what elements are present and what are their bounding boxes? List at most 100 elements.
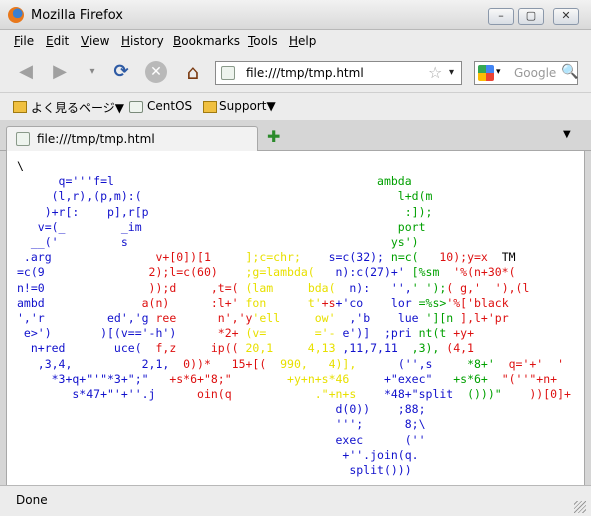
back-arrow-icon[interactable]: ◀: [14, 60, 38, 84]
code-line: q='''f=l ambda: [17, 174, 412, 189]
code-segment: n): '',: [335, 280, 412, 295]
code-segment: port: [141, 219, 426, 234]
code-segment: ys'): [127, 235, 419, 249]
menu-history[interactable]: History: [121, 34, 164, 48]
tab-tmp-html[interactable]: file:///tmp/tmp.html: [6, 126, 258, 152]
status-text: Done: [16, 493, 48, 507]
code-segment: q='+' ': [494, 356, 565, 371]
menu-help[interactable]: Help: [289, 34, 316, 48]
code-segment: nt(t: [411, 326, 447, 341]
code-segment: s=c(32);: [300, 250, 384, 265]
code-line: =c(9 2);l=c(60) ;g=lambda( n):c(27)+' [%…: [17, 265, 516, 280]
code-line: +''.join(q.: [17, 448, 418, 463]
code-segment: +y+: [446, 326, 475, 341]
code-segment: q='''f=l: [17, 174, 114, 189]
code-line: v=(_ _im port: [17, 220, 426, 235]
code-segment: e>') )[(v=='-h'): [17, 326, 177, 341]
code-segment: ,3),: [397, 341, 440, 356]
menu-tools[interactable]: Tools: [248, 34, 278, 48]
resize-grip-icon[interactable]: [574, 501, 586, 513]
code-segment: *2+: [176, 326, 246, 341]
url-dropdown-icon[interactable]: ▾: [449, 67, 454, 78]
bookmark-star-icon[interactable]: ☆: [428, 63, 442, 82]
code-segment: +s*6+"8;": [148, 371, 232, 386]
maximize-button[interactable]: ▢: [518, 8, 544, 25]
code-segment: +s*6+: [432, 371, 488, 386]
code-segment: e')] ;pri: [335, 326, 412, 341]
url-text[interactable]: file:///tmp/tmp.html: [246, 66, 364, 80]
code-line: *3+q+"'"*3+";" +s*6+"8;" +y+n+s*46 +"exe…: [17, 372, 557, 387]
code-segment: ],l+'pr: [453, 311, 509, 325]
code-segment: "(''"+n+: [487, 371, 558, 386]
code-segment: split())): [17, 463, 412, 477]
code-segment: oin(q: [155, 387, 232, 401]
bookmark-support[interactable]: Support▼: [219, 99, 276, 113]
code-segment: exec ('': [17, 432, 426, 447]
code-segment: ,3,4, 2,1,: [17, 356, 170, 371]
code-line: n+red uce( f,z ip(( 20,1 4,13 ,11,7,11 ,…: [17, 341, 474, 356]
tab-list-dropdown-icon[interactable]: ▼: [563, 129, 571, 140]
code-line: s*47+"'+''.j oin(q ."+n+s *48+"split ())…: [17, 387, 571, 402]
code-segment: a(n) :l+': [44, 295, 239, 310]
history-dropdown-icon[interactable]: ▾: [80, 60, 104, 84]
title-bar: Mozilla Firefox – ▢ ✕: [0, 0, 591, 30]
code-segment: v=(_ _im: [17, 219, 142, 234]
code-line: d(0)) ;88;: [17, 402, 425, 417]
menu-edit[interactable]: Edit: [46, 34, 69, 48]
code-segment: s*47+"'+''.j: [17, 387, 156, 401]
code-line: )+r[: p],r[p :]);: [17, 205, 433, 220]
code-segment: 0))* 15+[(: [169, 356, 267, 371]
code-segment: l+d(m: [141, 189, 433, 204]
url-bar[interactable]: file:///tmp/tmp.html ☆ ▾: [215, 61, 462, 85]
code-line: ,3,4, 2,1, 0))* 15+[( 990, 4)], ('',s *8…: [17, 357, 564, 372]
code-segment: ( g,' '),(l: [446, 280, 530, 295]
magnifier-icon[interactable]: 🔍: [561, 64, 578, 80]
code-segment: n!=0: [17, 280, 45, 295]
code-segment: ','r ed','g: [17, 311, 149, 325]
code-segment: 'ell ow': [252, 311, 336, 325]
menu-bookmarks[interactable]: Bookmarks: [173, 34, 240, 48]
engine-dropdown-icon[interactable]: ▾: [496, 67, 501, 77]
menu-view[interactable]: View: [81, 34, 109, 48]
code-segment: '''; 8;\: [17, 417, 426, 432]
bookmark-most-visited[interactable]: よく見るページ▼: [31, 99, 124, 116]
code-line: e>') )[(v=='-h') *2+ (v= ='- e')] ;pri n…: [17, 326, 474, 341]
code-segment: =c(9: [17, 265, 45, 280]
bookmark-centos[interactable]: CentOS: [147, 99, 192, 113]
code-segment: 10);y=x: [418, 250, 488, 265]
code-segment: '][n: [418, 311, 454, 325]
code-segment: +'co lor: [335, 295, 412, 310]
new-tab-icon[interactable]: ✚: [267, 127, 280, 146]
forward-arrow-icon[interactable]: ▶: [48, 60, 72, 84]
close-window-button[interactable]: ✕: [553, 8, 579, 25]
code-segment: \: [17, 159, 24, 173]
home-icon[interactable]: ⌂: [181, 60, 205, 84]
code-segment: ' ');: [411, 280, 447, 295]
search-box[interactable]: ▾ Google 🔍: [474, 61, 578, 85]
menu-file[interactable]: File: [14, 34, 34, 48]
firefox-logo-icon: [8, 7, 24, 23]
code-segment: [%sm: [404, 265, 440, 280]
code-segment: =%s>: [411, 295, 447, 310]
code-segment: (lam bda(: [238, 280, 336, 295]
code-segment: ambd: [17, 295, 45, 310]
code-segment: +y+n+s*46: [231, 371, 350, 386]
google-icon[interactable]: [478, 65, 494, 81]
stop-icon[interactable]: ✕: [145, 61, 167, 83]
code-segment: ,'b lue: [335, 311, 419, 325]
code-line: '''; 8;\: [17, 417, 426, 432]
minimize-button[interactable]: –: [488, 8, 514, 25]
page-content: \ q='''f=l ambda (l,r),(p,m):( l+d(m )+r…: [6, 151, 585, 485]
code-segment: ()))": [453, 387, 502, 401]
bookmarks-toolbar: よく見るページ▼ CentOS Support▼: [0, 92, 591, 120]
code-line: __(' s ys'): [17, 235, 419, 250]
code-segment: n=c(: [383, 250, 419, 265]
code-segment: *3+q+"'"*3+";": [17, 371, 149, 386]
code-segment: *48+"split: [356, 387, 454, 401]
code-line: \: [17, 159, 24, 174]
code-segment: '%(n+30*(: [439, 265, 516, 280]
reload-icon[interactable]: ⟳: [109, 60, 133, 84]
code-segment: f,z ip((: [141, 341, 239, 356]
page-icon: [129, 101, 143, 113]
search-input[interactable]: Google: [514, 66, 556, 80]
